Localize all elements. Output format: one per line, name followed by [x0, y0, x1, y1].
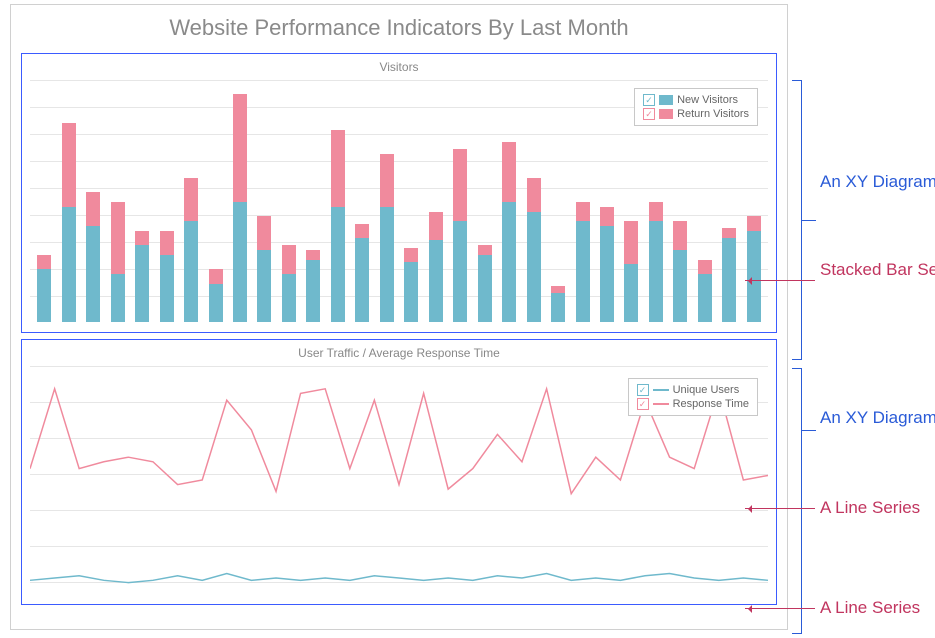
annotation-line-series: A Line Series [820, 498, 920, 518]
visitors-plot: ✓ New Visitors ✓ Return Visitors [30, 80, 768, 322]
arrow-icon [745, 280, 815, 281]
visitors-legend: ✓ New Visitors ✓ Return Visitors [634, 88, 758, 126]
bar [81, 80, 105, 322]
bracket-icon [792, 80, 802, 360]
bar [472, 80, 496, 322]
bar [179, 80, 203, 322]
page-title: Website Performance Indicators By Last M… [11, 5, 787, 47]
bar [56, 80, 80, 322]
bracket-tick-icon [802, 220, 816, 221]
traffic-plot: ✓ Unique Users ✓ Response Time [30, 366, 768, 594]
legend-label: New Visitors [677, 94, 738, 106]
bar [399, 80, 423, 322]
visitors-chart-title: Visitors [22, 54, 776, 74]
annotation-stacked-bar: Stacked Bar Series [820, 260, 930, 280]
bar [375, 80, 399, 322]
checkbox-icon[interactable]: ✓ [643, 94, 655, 106]
bar [252, 80, 276, 322]
swatch-icon [659, 95, 673, 105]
bar [130, 80, 154, 322]
legend-response-time[interactable]: ✓ Response Time [637, 397, 749, 411]
traffic-chart-title: User Traffic / Average Response Time [22, 340, 776, 360]
annotation-line-series: A Line Series [820, 598, 920, 618]
arrow-icon [745, 608, 815, 609]
line-swatch-icon [653, 403, 669, 405]
bar [448, 80, 472, 322]
chart-panel: Website Performance Indicators By Last M… [10, 4, 788, 630]
annotation-xy-diagram: An XY Diagram [820, 172, 920, 192]
bar [595, 80, 619, 322]
checkbox-icon[interactable]: ✓ [637, 398, 649, 410]
bar [203, 80, 227, 322]
bracket-tick-icon [802, 430, 816, 431]
bar [105, 80, 129, 322]
visitors-chart: Visitors ✓ New Visitors ✓ Return Visitor… [21, 53, 777, 333]
swatch-icon [659, 109, 673, 119]
bar [154, 80, 178, 322]
bar [326, 80, 350, 322]
legend-label: Response Time [673, 398, 749, 410]
bar [570, 80, 594, 322]
annotation-xy-diagram: An XY Diagram [820, 408, 920, 428]
bar [424, 80, 448, 322]
bar [228, 80, 252, 322]
legend-label: Unique Users [673, 384, 740, 396]
line-swatch-icon [653, 389, 669, 391]
bar [350, 80, 374, 322]
legend-return-visitors[interactable]: ✓ Return Visitors [643, 107, 749, 121]
traffic-legend: ✓ Unique Users ✓ Response Time [628, 378, 758, 416]
traffic-chart: User Traffic / Average Response Time ✓ U… [21, 339, 777, 605]
bar [546, 80, 570, 322]
legend-unique-users[interactable]: ✓ Unique Users [637, 383, 749, 397]
checkbox-icon[interactable]: ✓ [643, 108, 655, 120]
arrow-icon [745, 508, 815, 509]
legend-new-visitors[interactable]: ✓ New Visitors [643, 93, 749, 107]
legend-label: Return Visitors [677, 108, 749, 120]
bracket-icon [792, 368, 802, 634]
bar [277, 80, 301, 322]
bar [301, 80, 325, 322]
bar [497, 80, 521, 322]
bar [32, 80, 56, 322]
checkbox-icon[interactable]: ✓ [637, 384, 649, 396]
bar [521, 80, 545, 322]
